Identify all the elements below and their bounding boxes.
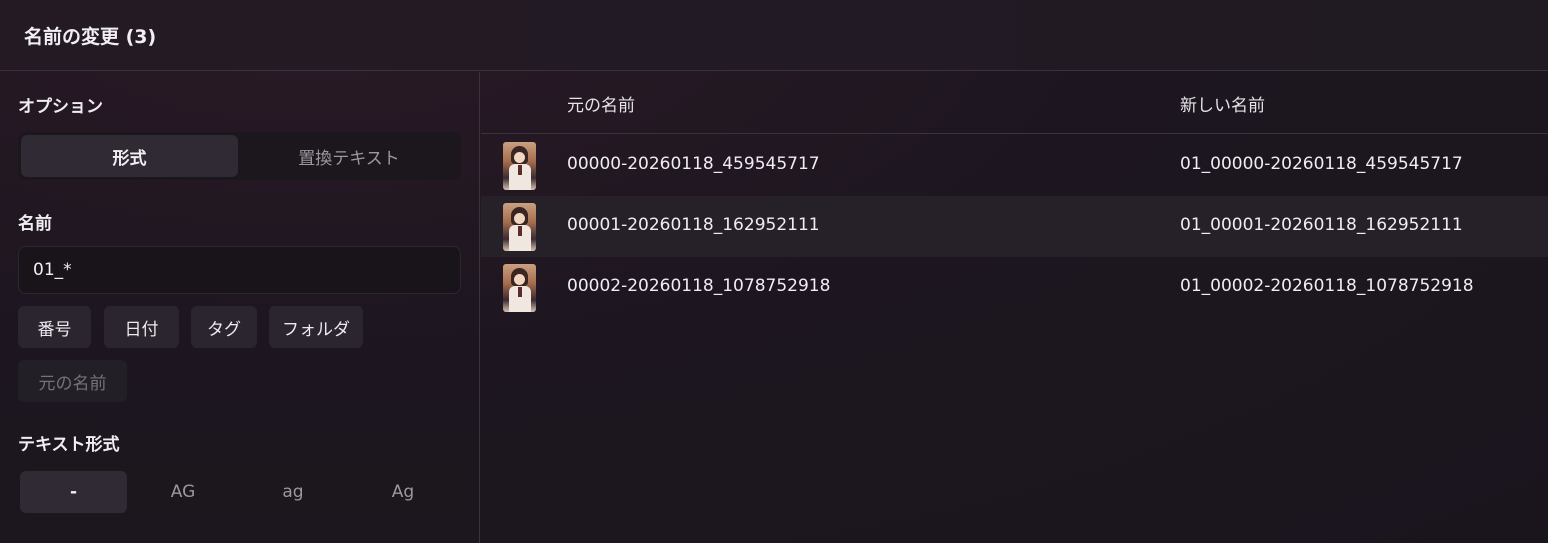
tab-replace-text[interactable]: 置換テキスト [240, 135, 458, 177]
name-pattern-input[interactable]: 01_* [18, 246, 461, 294]
text-format-upper[interactable]: AG [129, 471, 237, 513]
image-thumbnail [503, 142, 536, 190]
table-header: 元の名前 新しい名前 [481, 72, 1548, 134]
original-name-cell: 00002-20260118_1078752918 [567, 276, 831, 296]
table-row[interactable]: 00001-20260118_162952111 01_00001-202601… [481, 196, 1548, 257]
options-panel: オプション 形式 置換テキスト 名前 01_* 番号 日付 タグ フォルダ 元の… [0, 72, 480, 543]
rename-dialog: 名前の変更 (3) オプション 形式 置換テキスト 名前 01_* 番号 日付 … [0, 0, 1548, 543]
image-thumbnail [503, 264, 536, 312]
original-name-cell: 00001-20260118_162952111 [567, 215, 820, 235]
text-format-tabs: - AG ag Ag [18, 468, 461, 516]
tab-format[interactable]: 形式 [21, 135, 238, 177]
image-thumbnail [503, 203, 536, 251]
name-heading: 名前 [18, 214, 52, 234]
insert-folder-button[interactable]: フォルダ [269, 306, 363, 348]
mode-tabs: 形式 置換テキスト [18, 132, 461, 180]
column-original-name: 元の名前 [567, 96, 635, 116]
rename-preview-table: 元の名前 新しい名前 00000-20260118_459545717 01_0… [481, 72, 1548, 543]
column-new-name: 新しい名前 [1180, 96, 1265, 116]
text-format-lower[interactable]: ag [239, 471, 347, 513]
dialog-titlebar: 名前の変更 (3) [0, 0, 1548, 71]
text-format-none[interactable]: - [20, 471, 127, 513]
options-heading: オプション [18, 97, 103, 117]
insert-number-button[interactable]: 番号 [18, 306, 91, 348]
new-name-cell: 01_00002-20260118_1078752918 [1180, 276, 1474, 296]
insert-tag-button[interactable]: タグ [191, 306, 257, 348]
new-name-cell: 01_00001-20260118_162952111 [1180, 215, 1463, 235]
text-format-capitalize[interactable]: Ag [349, 471, 457, 513]
dialog-title: 名前の変更 (3) [24, 26, 157, 48]
new-name-cell: 01_00000-20260118_459545717 [1180, 154, 1463, 174]
insert-original-name-button[interactable]: 元の名前 [18, 360, 127, 402]
insert-date-button[interactable]: 日付 [104, 306, 179, 348]
original-name-cell: 00000-20260118_459545717 [567, 154, 820, 174]
text-format-heading: テキスト形式 [18, 435, 120, 455]
table-row[interactable]: 00002-20260118_1078752918 01_00002-20260… [481, 257, 1548, 318]
table-row[interactable]: 00000-20260118_459545717 01_00000-202601… [481, 135, 1548, 196]
